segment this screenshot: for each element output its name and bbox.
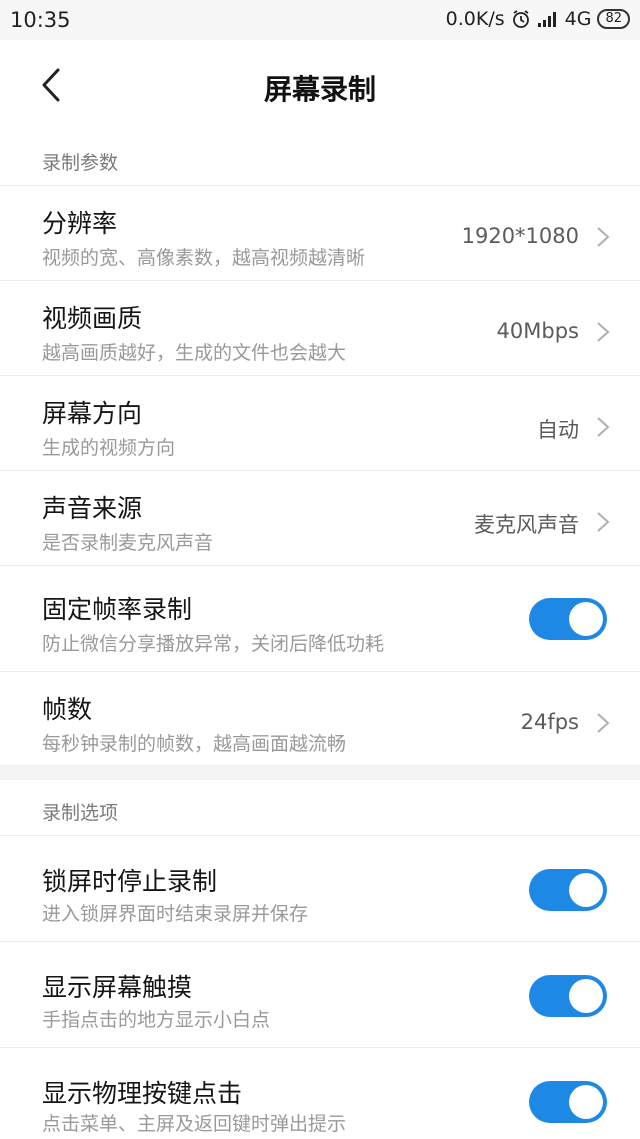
- stop-on-lock-toggle[interactable]: [529, 869, 607, 911]
- show-touches-toggle[interactable]: [529, 975, 607, 1017]
- row-value: 24fps: [520, 710, 579, 734]
- row-title: 锁屏时停止录制: [42, 867, 218, 896]
- row-subtitle: 生成的视频方向: [42, 437, 176, 459]
- setting-row-framerate[interactable]: 帧数 每秒钟录制的帧数，越高画面越流畅 24fps: [0, 671, 640, 766]
- setting-row-screen-orientation[interactable]: 屏幕方向 生成的视频方向 自动: [0, 375, 640, 470]
- chevron-right-icon: [597, 417, 610, 437]
- battery-icon: 82: [597, 9, 630, 29]
- row-subtitle: 每秒钟录制的帧数，越高画面越流畅: [42, 733, 347, 755]
- toggle-knob: [569, 1085, 603, 1119]
- row-subtitle: 进入锁屏界面时结束录屏并保存: [42, 903, 309, 925]
- row-subtitle: 越高画质越好，生成的文件也会越大: [42, 342, 347, 364]
- setting-row-audio-source[interactable]: 声音来源 是否录制麦克风声音 麦克风声音: [0, 470, 640, 565]
- section-header-recording-options: 录制选项: [0, 780, 640, 835]
- row-subtitle: 点击菜单、主屏及返回键时弹出提示: [42, 1113, 347, 1135]
- row-title: 显示物理按键点击: [42, 1079, 243, 1108]
- chevron-right-icon: [597, 512, 610, 532]
- setting-row-show-key-presses: 显示物理按键点击 点击菜单、主屏及返回键时弹出提示: [0, 1047, 640, 1139]
- setting-row-show-touches: 显示屏幕触摸 手指点击的地方显示小白点: [0, 941, 640, 1048]
- row-value: 自动: [537, 418, 579, 442]
- chevron-right-icon: [597, 322, 610, 342]
- setting-row-stop-on-lock: 锁屏时停止录制 进入锁屏界面时结束录屏并保存: [0, 835, 640, 942]
- row-subtitle: 视频的宽、高像素数，越高视频越清晰: [42, 247, 366, 269]
- toggle-knob: [569, 602, 603, 636]
- chevron-right-icon: [597, 713, 610, 733]
- row-subtitle: 是否录制麦克风声音: [42, 532, 214, 554]
- top-app-bar: 屏幕录制: [0, 40, 640, 131]
- status-speed: 0.0K/s: [445, 8, 505, 30]
- status-time: 10:35: [10, 8, 71, 32]
- toggle-knob: [569, 873, 603, 907]
- page-title: 屏幕录制: [263, 73, 376, 106]
- status-icons: 0.0K/s 4G 82: [446, 8, 630, 30]
- alarm-icon: [511, 9, 531, 29]
- row-value: 40Mbps: [496, 319, 579, 343]
- section-title: 录制选项: [42, 802, 119, 824]
- chevron-right-icon: [597, 227, 610, 247]
- setting-row-fixed-framerate: 固定帧率录制 防止微信分享播放异常，关闭后降低功耗: [0, 565, 640, 672]
- setting-row-resolution[interactable]: 分辨率 视频的宽、高像素数，越高视频越清晰 1920*1080: [0, 185, 640, 280]
- setting-row-video-quality[interactable]: 视频画质 越高画质越好，生成的文件也会越大 40Mbps: [0, 280, 640, 375]
- section-title: 录制参数: [42, 152, 119, 174]
- section-header-recording-params: 录制参数: [0, 130, 640, 185]
- show-key-presses-toggle[interactable]: [529, 1081, 607, 1123]
- network-label: 4G: [564, 8, 592, 30]
- row-subtitle: 手指点击的地方显示小白点: [42, 1009, 271, 1031]
- signal-icon: [537, 10, 559, 28]
- row-subtitle: 防止微信分享播放异常，关闭后降低功耗: [42, 633, 385, 655]
- row-title: 显示屏幕触摸: [42, 973, 193, 1002]
- row-title: 声音来源: [42, 494, 143, 523]
- row-value: 麦克风声音: [474, 513, 579, 537]
- section-divider: [0, 765, 640, 780]
- toggle-knob: [569, 979, 603, 1013]
- fixed-framerate-toggle[interactable]: [529, 598, 607, 640]
- status-bar: 10:35 0.0K/s 4G 82: [0, 0, 640, 40]
- row-title: 屏幕方向: [42, 399, 143, 428]
- row-value: 1920*1080: [461, 224, 579, 248]
- row-title: 视频画质: [42, 304, 143, 333]
- row-title: 固定帧率录制: [42, 595, 193, 624]
- row-title: 分辨率: [42, 209, 118, 238]
- row-title: 帧数: [42, 695, 93, 724]
